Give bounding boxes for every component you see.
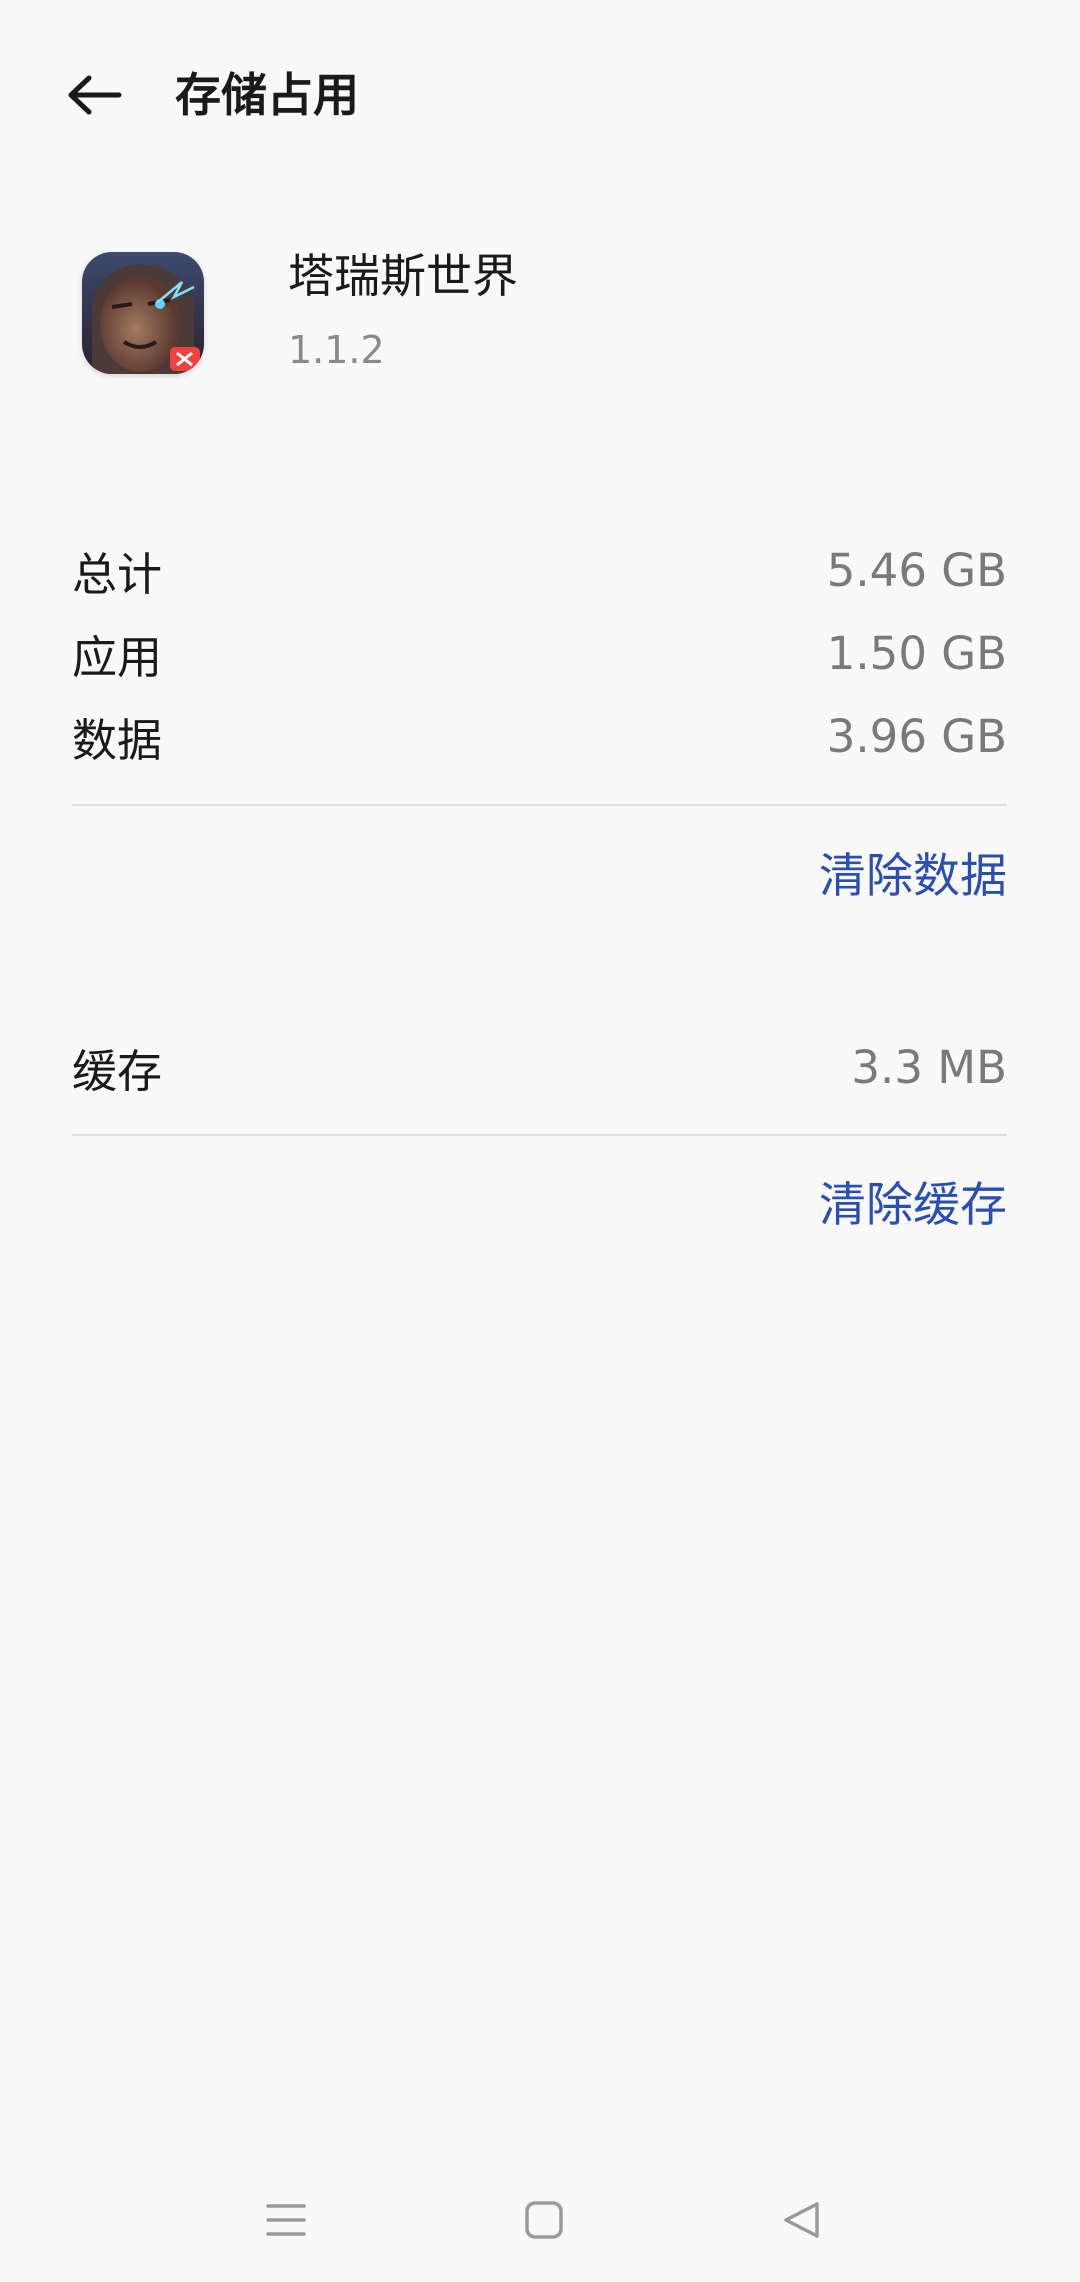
- data-size-value: 3.96 GB: [826, 709, 1007, 763]
- clear-cache-button[interactable]: 清除缓存: [819, 1171, 1007, 1241]
- app-name: 塔瑞斯世界: [288, 249, 518, 303]
- divider: [72, 804, 1007, 806]
- app-size-value: 1.50 GB: [826, 626, 1007, 680]
- total-label: 总计: [72, 547, 163, 601]
- row-app: 应用 1.50 GB: [72, 618, 1007, 688]
- cache-value: 3.3 MB: [851, 1040, 1007, 1094]
- app-version: 1.1.2: [288, 328, 385, 372]
- divider: [72, 1134, 1007, 1136]
- cache-label: 缓存: [72, 1044, 163, 1098]
- menu-icon: [266, 2204, 306, 2236]
- page-title: 存储占用: [175, 68, 359, 122]
- recent-apps-button[interactable]: [236, 2170, 336, 2270]
- arrow-left-icon: [68, 75, 122, 115]
- app-icon: [82, 252, 204, 374]
- row-data: 数据 3.96 GB: [72, 701, 1007, 771]
- navigation-bar: [0, 2170, 1080, 2270]
- back-nav-button[interactable]: [752, 2170, 852, 2270]
- square-icon: [525, 2201, 563, 2239]
- app-size-label: 应用: [72, 630, 163, 684]
- total-value: 5.46 GB: [826, 543, 1007, 597]
- data-size-label: 数据: [72, 713, 163, 767]
- home-button[interactable]: [494, 2170, 594, 2270]
- row-total: 总计 5.46 GB: [72, 535, 1007, 605]
- clear-data-button[interactable]: 清除数据: [819, 842, 1007, 912]
- header: 存储占用: [0, 0, 1080, 190]
- row-cache: 缓存 3.3 MB: [72, 1032, 1007, 1102]
- triangle-back-icon: [784, 2202, 819, 2238]
- storage-usage-page: 存储占用 塔瑞斯世界 1.1.2 总计 5.46 GB 应用 1.50 GB 数…: [0, 0, 1080, 2282]
- back-button[interactable]: [50, 50, 140, 140]
